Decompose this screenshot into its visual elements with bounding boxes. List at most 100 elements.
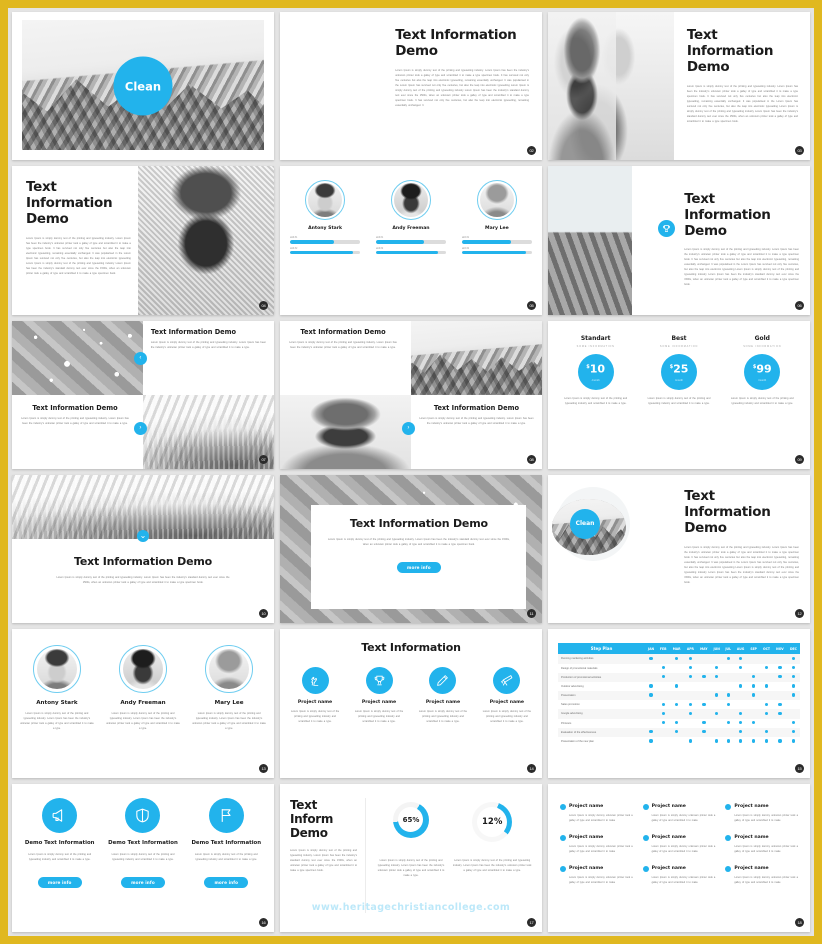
table-cell-marked <box>697 719 711 728</box>
team-member-card[interactable]: Andy Freeman Lorem Ipsum is simply dummy… <box>106 645 180 731</box>
project-title: Project name <box>651 866 686 872</box>
table-cell-marked <box>657 700 670 709</box>
table-row[interactable]: Printouts <box>558 719 800 728</box>
feature-card[interactable]: Project name Lorem Ipsum is simply dummy… <box>288 667 342 724</box>
table-cell-empty <box>657 728 670 737</box>
table-cell-marked <box>787 719 800 728</box>
team-member-card[interactable]: Antony Stark Lorem Ipsum is simply dummy… <box>20 645 94 731</box>
slide-icon-cards[interactable]: Demo Text Information Lorem Ipsum is sim… <box>12 783 274 932</box>
feature-card[interactable]: Project name Lorem Ipsum is simply dummy… <box>416 667 470 724</box>
member-name: Mary Lee <box>214 700 244 707</box>
slide-clean-circle[interactable]: Clean Text Information Demo Lorem Ipsum … <box>548 474 810 624</box>
slide-two-panel-b[interactable]: Text Information Demo Lorem Ipsum is sim… <box>280 320 542 469</box>
table-row[interactable]: Google advertising <box>558 709 800 719</box>
plan-title: Best <box>671 334 687 342</box>
table-row[interactable]: Design of promotional materials <box>558 664 800 673</box>
table-row[interactable]: Presentation <box>558 691 800 701</box>
info-card[interactable]: Demo Text Information Lorem Ipsum is sim… <box>191 797 262 889</box>
next-arrow-button[interactable]: › <box>133 421 147 435</box>
avatar <box>32 645 81 694</box>
slide-step-plan[interactable]: Step Plan JAN FEB MAR APR MAY JUN JUL AUG SEP OCT… <box>548 629 810 778</box>
dot-icon <box>778 675 782 679</box>
bullet-icon <box>560 834 566 841</box>
team-member-card[interactable]: Antony Stark skill #1 skill #2 <box>290 180 361 254</box>
more-info-button[interactable]: more info <box>37 876 82 888</box>
table-cell-empty <box>711 654 723 663</box>
project-item[interactable]: Project name Lorem Ipsum is simply dummy … <box>642 834 715 854</box>
slide-donut-stats[interactable]: Text Inform Demo Lorem Ipsum is simply d… <box>280 783 542 932</box>
pricing-card[interactable]: Standart SOME INFORMATION $10 /month Lor… <box>560 335 631 406</box>
step-plan-table[interactable]: Step Plan JAN FEB MAR APR MAY JUN JUL AUG SEP OCT… <box>558 643 800 746</box>
table-cell-marked <box>684 673 697 682</box>
slide-text-left[interactable]: Text Information Demo Lorem Ipsum is sim… <box>12 166 274 315</box>
more-info-button[interactable]: more info <box>397 561 441 573</box>
slide-project-grid[interactable]: Project name Lorem Ipsum is simply dummy … <box>548 783 810 932</box>
table-header-month: SEP <box>747 643 760 655</box>
table-cell-empty <box>645 673 657 682</box>
table-row[interactable]: Sales promotion <box>558 700 800 709</box>
dot-icon <box>751 693 756 697</box>
more-info-button[interactable]: more info <box>121 876 165 888</box>
slide-team-skills[interactable]: Antony Stark skill #1 skill #2 Andy Free… <box>280 166 542 315</box>
project-item[interactable]: Project name Lorem Ipsum is simply dummy … <box>642 865 715 885</box>
table-row[interactable]: Presentation of the new plan <box>558 737 800 746</box>
table-header-month: NOV <box>773 643 787 655</box>
project-item[interactable]: Project name Lorem Ipsum is simply dummy … <box>725 865 798 885</box>
project-desc: Lorem Ipsum is simply dummy unknown prin… <box>734 813 798 822</box>
project-grid: Project name Lorem Ipsum is simply dummy … <box>560 803 798 885</box>
dot-icon <box>791 720 796 725</box>
slide-wave-hero[interactable]: ⌄ Text Information Demo Lorem Ipsum is s… <box>12 474 274 624</box>
table-row[interactable]: Running marketing activities <box>558 654 800 664</box>
member-name: Mary Lee <box>485 226 509 232</box>
more-info-button[interactable]: more info <box>204 876 249 888</box>
table-cell-empty <box>711 682 723 691</box>
feature-title: Project name <box>361 700 397 706</box>
project-item[interactable]: Project name Lorem Ipsum is simply dummy … <box>725 803 798 823</box>
slide-team-bio[interactable]: Antony Stark Lorem Ipsum is simply dummy… <box>12 629 274 778</box>
megaphone-icon <box>42 797 78 833</box>
slide-photo-left[interactable]: Text Information Demo Lorem Ipsum is sim… <box>548 12 810 161</box>
info-card[interactable]: Demo Text Information Lorem Ipsum is sim… <box>107 797 178 889</box>
table-row[interactable]: Evaluation of the effectiveness <box>558 727 800 737</box>
slide-cover[interactable]: Clean <box>12 12 274 161</box>
content-card: Text Information Demo Lorem Ipsum is sim… <box>311 504 527 609</box>
chevron-right-icon: › <box>407 424 410 431</box>
pricing-card[interactable]: Best SOME INFORMATION $25 /month Lorem I… <box>643 335 714 406</box>
slide-two-panel-a[interactable]: Text Information Demo Lorem Ipsum is sim… <box>12 320 274 469</box>
dot-icon <box>661 720 665 725</box>
next-arrow-button[interactable]: › <box>401 421 415 435</box>
table-cell-empty <box>669 709 683 718</box>
slide-icon-features[interactable]: Text Information Project name Lorem Ipsu… <box>280 629 542 778</box>
table-cell-marked <box>773 700 787 709</box>
project-item[interactable]: Project name Lorem Ipsum is simply dummy … <box>725 834 798 854</box>
panel-title: Text Information Demo <box>150 327 237 336</box>
price-badge: $25 /month <box>660 353 697 390</box>
slide-pricing[interactable]: Standart SOME INFORMATION $10 /month Lor… <box>548 320 810 469</box>
slide-droplets-cta[interactable]: Text Information Demo Lorem Ipsum is sim… <box>280 474 542 624</box>
table-row[interactable]: Outdoor advertising <box>558 682 800 691</box>
team-member-card[interactable]: Andy Freeman skill #1 skill #2 <box>375 180 447 254</box>
info-card[interactable]: Demo Text Information Lorem Ipsum is sim… <box>24 797 95 889</box>
feature-card[interactable]: Project name Lorem Ipsum is simply dummy… <box>480 667 534 724</box>
team-member-card[interactable]: Mary Lee Lorem Ipsum is simply dummy tex… <box>192 645 266 731</box>
table-cell-empty <box>747 700 760 709</box>
table-cell-marked <box>645 691 657 700</box>
scroll-down-button[interactable]: ⌄ <box>137 529 149 542</box>
slide-cliff-trophy[interactable]: Text Information Demo Lorem Ipsum is sim… <box>548 166 810 315</box>
table-cell-marked <box>747 682 760 691</box>
feature-card[interactable]: Project name Lorem Ipsum is simply dummy… <box>352 667 406 724</box>
pricing-card[interactable]: Gold SOME INFORMATION $99 /month Lorem I… <box>727 335 798 406</box>
dot-icon <box>661 702 665 706</box>
project-item[interactable]: Project name Lorem Ipsum is simply dummy … <box>560 865 633 885</box>
slide-text-right[interactable]: Text Information Demo Lorem Ipsum is sim… <box>280 12 542 161</box>
table-row[interactable]: Production of promotional activities <box>558 672 800 682</box>
project-item[interactable]: Project name Lorem Ipsum is simply dummy … <box>560 803 633 823</box>
table-row-label: Printouts <box>561 721 572 725</box>
project-item[interactable]: Project name Lorem Ipsum is simply dummy … <box>642 803 715 823</box>
table-header-month: AUG <box>733 643 748 655</box>
team-member-card[interactable]: Mary Lee skill #1 skill #2 <box>461 180 532 254</box>
panel-body: Lorem Ipsum is simply dummy text of the … <box>289 340 397 349</box>
project-item[interactable]: Project name Lorem Ipsum is simply dummy … <box>560 834 633 854</box>
table-cell-marked <box>657 664 670 673</box>
prev-arrow-button[interactable]: ‹ <box>133 351 147 365</box>
